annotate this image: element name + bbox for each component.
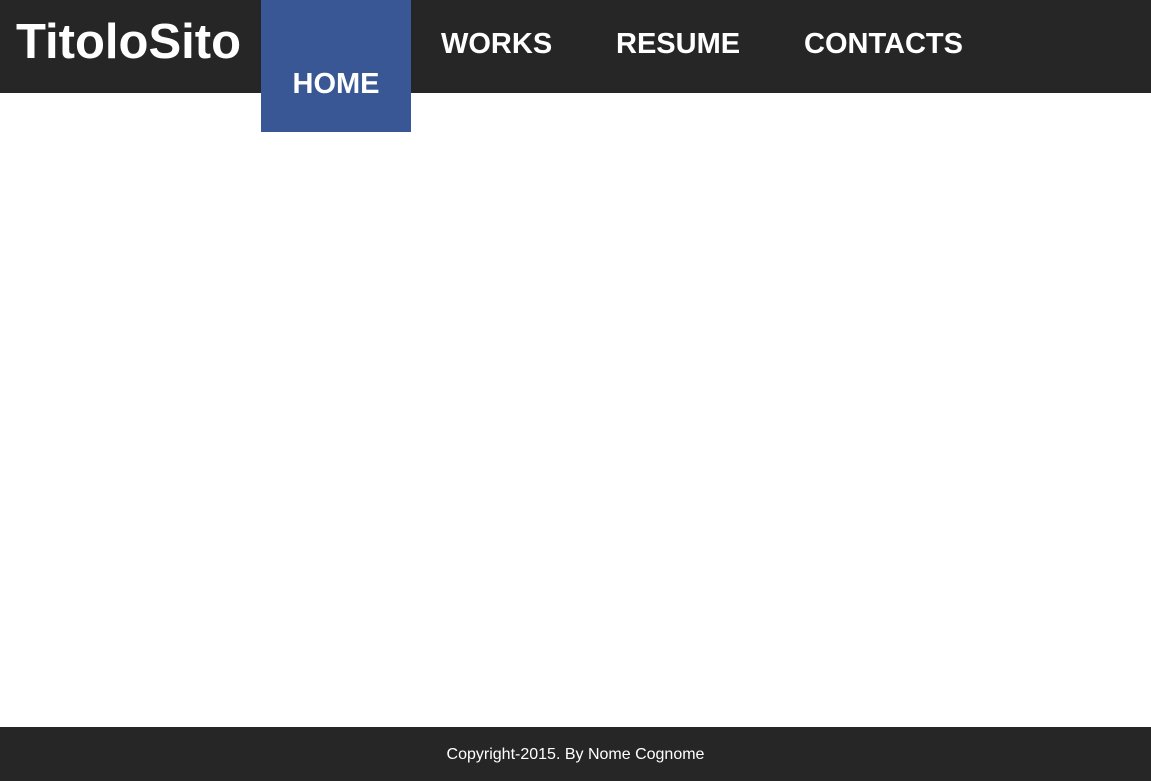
- copyright-text: Copyright-2015. By Nome Cognome: [446, 746, 705, 763]
- nav-item-works[interactable]: WORKS: [441, 27, 552, 61]
- nav-item-resume[interactable]: RESUME: [616, 27, 740, 61]
- nav-item-home[interactable]: HOME: [261, 0, 411, 132]
- site-title[interactable]: TitoloSito: [16, 14, 241, 70]
- nav-item-contacts[interactable]: CONTACTS: [804, 27, 963, 61]
- site-footer: Copyright-2015. By Nome Cognome: [0, 727, 1151, 781]
- site-header: TitoloSito HOME WORKS RESUME CONTACTS: [0, 0, 1151, 132]
- nav-item-home-label: HOME: [292, 68, 380, 100]
